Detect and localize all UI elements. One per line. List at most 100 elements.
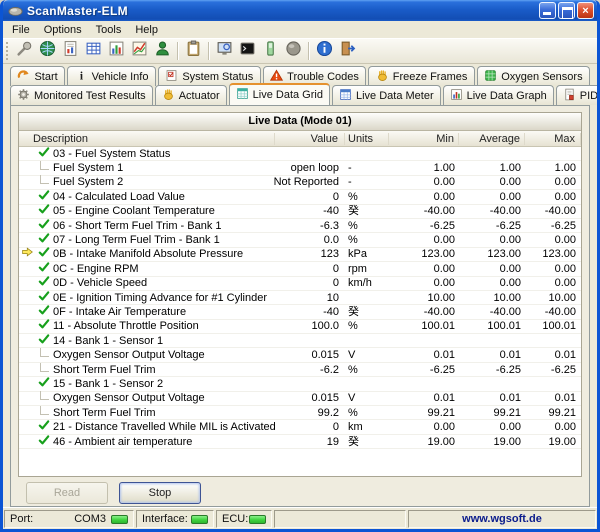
website-link[interactable]: www.wgsoft.de [462,513,542,525]
button-row: Read Stop [18,482,582,504]
read-button[interactable]: Read [26,482,108,504]
menu-item-file[interactable]: File [5,23,37,37]
menu-item-tools[interactable]: Tools [89,23,129,37]
tab-monitored-test-results[interactable]: Monitored Test Results [10,85,153,105]
live-data-grid-icon [236,87,249,103]
cell-max: 0.01 [525,348,581,362]
cell-description: 46 - Ambient air temperature [53,435,275,449]
cell-description: 06 - Short Term Fuel Trim - Bank 1 [53,219,275,233]
tab-live-data-meter[interactable]: Live Data Meter [332,85,441,105]
col-average[interactable]: Average [459,133,525,145]
table-row[interactable]: 11 - Absolute Throttle Position100.0%100… [19,320,581,334]
cell-max: -40.00 [525,305,581,319]
cell-description: Fuel System 2 [53,175,274,189]
cell-max: 123.00 [525,247,581,261]
table-row[interactable]: Fuel System 1open loop-1.001.001.00 [19,161,581,175]
user-button[interactable] [151,40,174,62]
col-min[interactable]: Min [389,133,459,145]
table-row[interactable]: Oxygen Sensor Output Voltage0.015V0.010.… [19,392,581,406]
tab-oxygen-sensors[interactable]: Oxygen Sensors [477,66,590,86]
table-row[interactable]: 03 - Fuel System Status [19,147,581,161]
ecu-label: ECU: [222,513,248,525]
tab-freeze-frames[interactable]: Freeze Frames [368,66,474,86]
table-row[interactable]: Oxygen Sensor Output Voltage0.015V0.010.… [19,348,581,362]
tab-pid-config[interactable]: PID Config [556,85,600,105]
tab-actuator[interactable]: Actuator [155,85,227,105]
check-icon [38,376,50,392]
table-row[interactable]: 04 - Calculated Load Value0%0.000.000.00 [19,190,581,204]
table-row[interactable]: Short Term Fuel Trim99.2%99.2199.2199.21 [19,406,581,420]
cell-description: 14 - Bank 1 - Sensor 1 [53,334,275,348]
tab-live-data-grid[interactable]: Live Data Grid [229,83,330,105]
col-units[interactable]: Units [345,133,389,145]
tab-label: Freeze Frames [393,71,468,83]
grid-title: Live Data (Mode 01) [19,113,581,131]
ecu-status-led-icon [249,515,266,524]
table-row[interactable]: Fuel System 2Not Reported-0.000.000.00 [19,176,581,190]
col-max[interactable]: Max [525,133,581,145]
cell-value: 0.015 [275,348,345,362]
graph-button[interactable] [128,40,151,62]
col-value[interactable]: Value [275,133,345,145]
table-row[interactable]: 0D - Vehicle Speed0km/h0.000.000.00 [19,277,581,291]
tab-live-data-graph[interactable]: Live Data Graph [443,85,554,105]
cell-value: 0.015 [275,391,345,405]
cell-min: -40.00 [389,305,459,319]
cell-average: 0.00 [459,233,525,247]
row-status-cell [35,376,53,392]
info-button[interactable] [313,40,336,62]
battery-icon [262,40,279,62]
close-button[interactable]: × [577,2,594,19]
graph-icon [131,40,148,62]
table-row[interactable]: 05 - Engine Coolant Temperature-40癸-40.0… [19,205,581,219]
cell-description: Short Term Fuel Trim [53,406,275,420]
minimize-button[interactable] [539,2,556,19]
menu-item-options[interactable]: Options [37,23,89,37]
tab-vehicle-info[interactable]: iVehicle Info [67,66,156,86]
exit-button[interactable] [336,40,359,62]
tree-connector-icon [40,363,49,372]
cell-average: 1.00 [459,161,525,175]
connect-button[interactable] [13,40,36,62]
chart-button[interactable] [105,40,128,62]
sphere-button[interactable] [282,40,305,62]
table-row[interactable]: 06 - Short Term Fuel Trim - Bank 1-6.3%-… [19,219,581,233]
table-row[interactable]: 0E - Ignition Timing Advance for #1 Cyli… [19,291,581,305]
table-row[interactable]: 46 - Ambient air temperature19癸19.0019.0… [19,435,581,449]
check-icon [38,333,50,349]
monitor-search-button[interactable] [213,40,236,62]
table-row[interactable]: 15 - Bank 1 - Sensor 2 [19,377,581,391]
tab-label: Start [34,71,57,83]
table-row[interactable]: 14 - Bank 1 - Sensor 1 [19,334,581,348]
clipboard-button[interactable] [182,40,205,62]
toolbar-separator [177,42,179,60]
table-row[interactable]: 0B - Intake Manifold Absolute Pressure12… [19,248,581,262]
row-status-cell [35,411,53,415]
cell-max: -6.25 [525,363,581,377]
report-button[interactable] [59,40,82,62]
table-row[interactable]: 0F - Intake Air Temperature-40癸-40.00-40… [19,305,581,319]
battery-button[interactable] [259,40,282,62]
cell-units: km/h [345,276,389,290]
table-row[interactable]: 07 - Long Term Fuel Trim - Bank 10.0%0.0… [19,233,581,247]
cell-value: -40 [275,204,345,218]
menu-item-help[interactable]: Help [128,23,165,37]
col-description[interactable]: Description [19,133,275,145]
cell-max: 0.00 [525,233,581,247]
cell-value: 0 [275,262,345,276]
maximize-button[interactable] [558,2,575,19]
table-row[interactable]: 21 - Distance Travelled While MIL is Act… [19,420,581,434]
stop-button[interactable]: Stop [119,482,201,504]
tab-label: Oxygen Sensors [501,71,582,83]
tab-start[interactable]: Start [10,66,65,86]
table-row[interactable]: Short Term Fuel Trim-6.2%-6.25-6.25-6.25 [19,363,581,377]
terminal-icon [239,40,256,62]
status-ecu-panel: ECU: [216,510,272,528]
table-row[interactable]: 0C - Engine RPM0rpm0.000.000.00 [19,262,581,276]
toolbar-grip-handle[interactable] [6,42,10,60]
cell-average: 0.00 [459,276,525,290]
grid-view-button[interactable] [82,40,105,62]
globe-button[interactable] [36,40,59,62]
cell-average: 100.01 [459,319,525,333]
terminal-button[interactable] [236,40,259,62]
